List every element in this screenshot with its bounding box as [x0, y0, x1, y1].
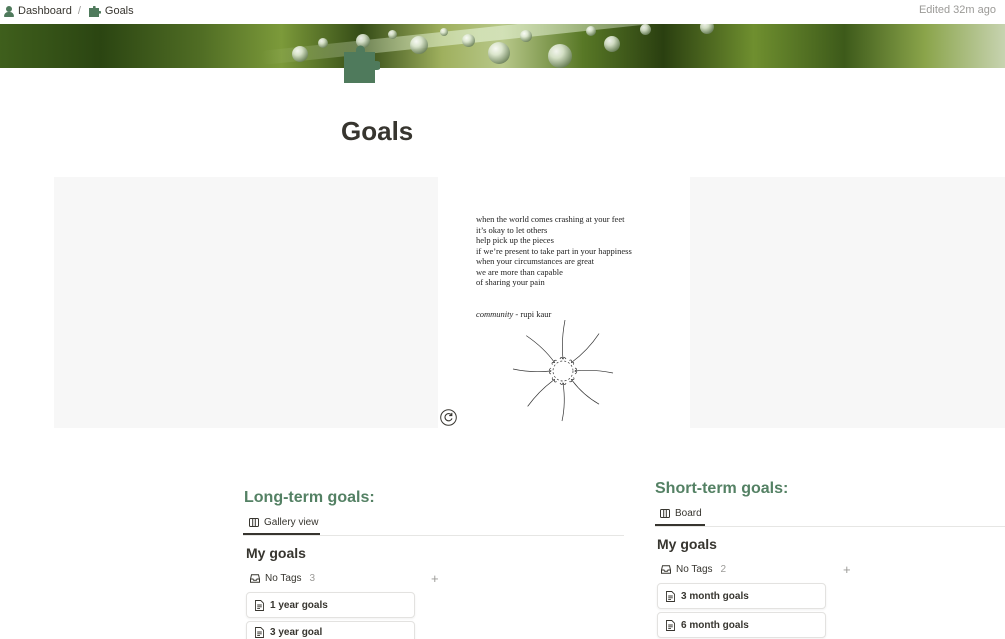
poem-credit-title: community — [476, 309, 514, 319]
poem-credit: community - rupi kaur — [476, 309, 551, 319]
poem-line: of sharing your pain — [476, 277, 545, 287]
card-title: 6 month goals — [681, 619, 749, 631]
embed-panel-left — [54, 177, 438, 428]
poem-line: help pick up the pieces — [476, 235, 554, 245]
top-bar: Dashboard / Goals — [0, 0, 1005, 22]
puzzle-icon — [88, 5, 101, 17]
inbox-icon — [250, 574, 260, 583]
breadcrumb: Dashboard / Goals — [4, 5, 134, 17]
page-title: Goals — [341, 116, 414, 146]
short-term-goals-heading: Short-term goals: — [655, 480, 789, 497]
poem-text: when the world comes crashing at your fe… — [476, 214, 632, 288]
group-label: No Tags — [265, 573, 302, 584]
hands-circle-illustration — [512, 320, 614, 422]
embed-panel-right — [690, 177, 1005, 428]
user-icon — [4, 5, 14, 17]
card-3-year-goal[interactable]: 3 year goal — [246, 621, 415, 639]
breadcrumb-label: Dashboard — [18, 5, 72, 17]
document-icon — [666, 619, 675, 631]
database-title[interactable]: My goals — [657, 536, 717, 552]
cover-image[interactable] — [0, 24, 1005, 68]
inbox-icon — [661, 565, 671, 574]
poem-credit-author: - rupi kaur — [513, 309, 552, 319]
add-card-button[interactable]: + — [843, 563, 851, 576]
poem-line: when the world comes crashing at your fe… — [476, 214, 625, 224]
columns-icon — [660, 509, 670, 518]
breadcrumb-separator: / — [77, 5, 81, 17]
document-icon — [255, 626, 264, 638]
tab-gallery-view[interactable]: Gallery view — [249, 517, 318, 533]
add-card-button[interactable]: + — [431, 572, 439, 585]
database-title[interactable]: My goals — [246, 545, 306, 561]
document-icon — [666, 590, 675, 602]
long-term-goals-heading: Long-term goals: — [244, 489, 375, 506]
tab-board[interactable]: Board — [660, 508, 702, 524]
group-count: 3 — [309, 573, 316, 584]
poem-line: if we’re present to take part in your ha… — [476, 245, 632, 256]
breadcrumb-label: Goals — [104, 5, 134, 17]
card-1-year-goals[interactable]: 1 year goals — [246, 592, 415, 618]
group-label: No Tags — [676, 564, 713, 575]
puzzle-icon[interactable] — [340, 42, 380, 84]
group-header-no-tags[interactable]: No Tags 2 — [661, 564, 726, 575]
breadcrumb-item-dashboard[interactable]: Dashboard — [4, 5, 72, 17]
card-title: 1 year goals — [270, 599, 328, 611]
poem-line: when your circumstances are great — [476, 256, 594, 266]
tab-label: Board — [675, 508, 702, 519]
tab-divider — [243, 535, 624, 536]
tab-divider — [655, 526, 1005, 527]
card-title: 3 year goal — [270, 626, 323, 638]
group-header-no-tags[interactable]: No Tags 3 — [250, 573, 315, 584]
refresh-icon[interactable] — [440, 409, 457, 426]
poem-line: it’s okay to let others — [476, 224, 548, 235]
card-3-month-goals[interactable]: 3 month goals — [657, 583, 826, 609]
breadcrumb-item-goals[interactable]: Goals — [88, 5, 134, 17]
edited-timestamp: Edited 32m ago — [918, 4, 996, 16]
tab-label: Gallery view — [264, 517, 319, 528]
poem-line: we are more than capable — [476, 266, 563, 277]
columns-icon — [249, 518, 259, 527]
card-title: 3 month goals — [681, 590, 749, 602]
document-icon — [255, 599, 264, 611]
card-6-month-goals[interactable]: 6 month goals — [657, 612, 826, 638]
group-count: 2 — [720, 564, 727, 575]
